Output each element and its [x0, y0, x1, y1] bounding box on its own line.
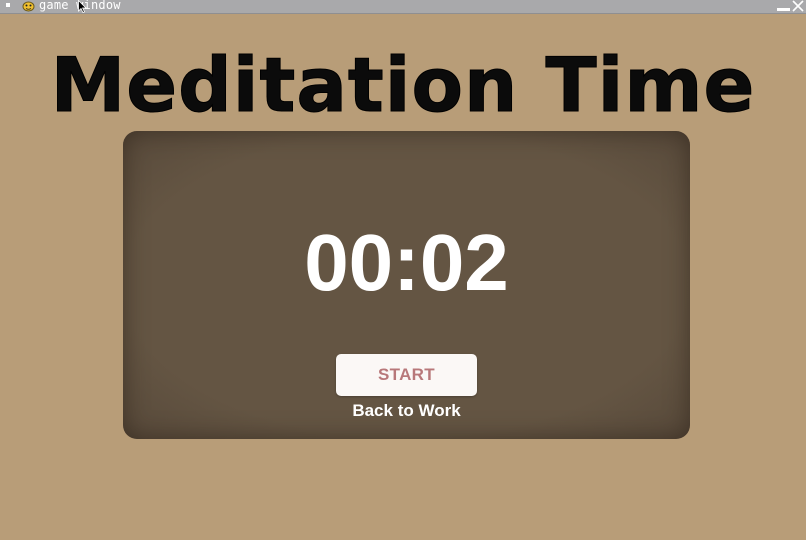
pygame-snake-icon [22, 1, 35, 12]
window-titlebar[interactable]: game window [0, 0, 806, 14]
back-to-work-link[interactable]: Back to Work [123, 401, 690, 421]
page-title: Meditation Time [50, 41, 756, 129]
start-button[interactable]: START [336, 354, 477, 396]
timer-display: 00:02 [304, 218, 509, 307]
window-menu-icon[interactable] [6, 3, 10, 7]
timer-card: 00:02 START Back to Work [123, 131, 690, 439]
mouse-cursor-icon [78, 0, 87, 13]
minimize-icon[interactable] [777, 8, 790, 11]
close-icon[interactable] [792, 0, 804, 12]
